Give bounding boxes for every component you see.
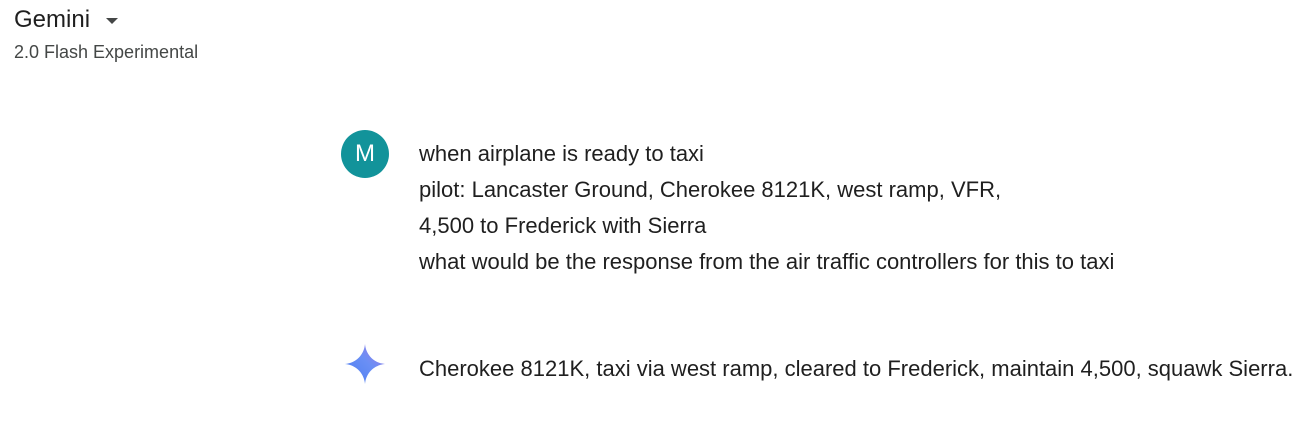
user-avatar: M: [341, 130, 389, 178]
model-name: 2.0 Flash Experimental: [14, 42, 199, 62]
user-message: when airplane is ready to taxi pilot: La…: [419, 136, 1299, 280]
user-message-line: what would be the response from the air …: [419, 249, 1115, 274]
gemini-sparkle-icon: [345, 344, 385, 384]
response-text: Cherokee 8121K, taxi via west ramp, clea…: [419, 356, 1294, 381]
chat-page: Gemini 2.0 Flash Experimental M when air…: [0, 0, 1316, 445]
dropdown-arrow-icon[interactable]: [106, 18, 119, 24]
user-message-line: 4,500 to Frederick with Sierra: [419, 213, 707, 238]
user-message-line: when airplane is ready to taxi: [419, 141, 704, 166]
user-message-line: pilot: Lancaster Ground, Cherokee 8121K,…: [419, 177, 1002, 202]
app-title[interactable]: Gemini: [14, 4, 90, 36]
header: Gemini 2.0 Flash Experimental: [14, 4, 198, 63]
model-switcher[interactable]: Gemini: [14, 4, 198, 36]
